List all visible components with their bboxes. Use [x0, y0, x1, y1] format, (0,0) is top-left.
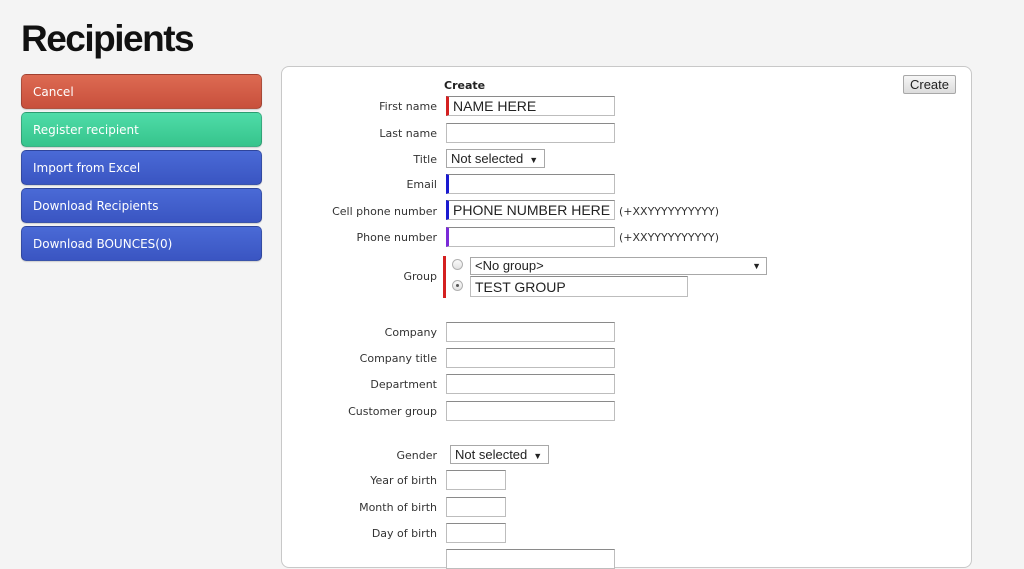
title-select[interactable]: Not selected ▼ [446, 149, 545, 168]
group-label: Group [403, 270, 438, 283]
company-input[interactable] [446, 322, 615, 342]
email-label: Email [406, 178, 437, 191]
cancel-button[interactable]: Cancel [21, 74, 262, 109]
customer-group-label: Customer group [348, 405, 437, 418]
register-recipient-button[interactable]: Register recipient [21, 112, 262, 147]
year-of-birth-label: Year of birth [370, 474, 437, 487]
year-of-birth-input[interactable] [446, 470, 506, 490]
cell-phone-label: Cell phone number [332, 205, 437, 218]
download-bounces-button[interactable]: Download BOUNCES(0) [21, 226, 262, 261]
group-select[interactable]: <No group> ▼ [470, 257, 767, 275]
chevron-down-icon: ▼ [752, 261, 761, 271]
last-name-input[interactable] [446, 123, 615, 143]
email-input[interactable] [446, 174, 615, 194]
chevron-down-icon: ▼ [533, 451, 543, 461]
cell-phone-format-hint: (+XXYYYYYYYYYY) [619, 205, 720, 218]
title-label: Title [413, 153, 437, 166]
new-group-input[interactable] [470, 276, 688, 297]
form-panel [281, 66, 972, 568]
page-title: Recipients [21, 18, 195, 59]
create-button[interactable]: Create [903, 75, 956, 94]
company-title-label: Company title [359, 352, 437, 365]
company-title-input[interactable] [446, 348, 615, 368]
department-input[interactable] [446, 374, 615, 394]
phone-input[interactable] [446, 227, 615, 247]
customer-group-input[interactable] [446, 401, 615, 421]
phone-format-hint: (+XXYYYYYYYYYY) [619, 231, 720, 244]
first-name-label: First name [379, 100, 437, 113]
month-of-birth-input[interactable] [446, 497, 506, 517]
day-of-birth-input[interactable] [446, 523, 506, 543]
phone-label: Phone number [356, 231, 437, 244]
month-of-birth-label: Month of birth [359, 501, 437, 514]
chevron-down-icon: ▼ [529, 155, 539, 165]
day-of-birth-label: Day of birth [371, 527, 437, 540]
department-label: Department [370, 378, 437, 391]
group-required-marker [443, 256, 446, 298]
gender-selected: Not selected [455, 447, 528, 462]
group-radio-new[interactable] [452, 280, 463, 291]
form-heading: Create [444, 79, 486, 92]
radio-checked-dot [456, 284, 459, 287]
company-label: Company [384, 326, 437, 339]
last-name-label: Last name [379, 127, 437, 140]
download-recipients-button[interactable]: Download Recipients [21, 188, 262, 223]
group-radio-existing[interactable] [452, 259, 463, 270]
import-from-excel-button[interactable]: Import from Excel [21, 150, 262, 185]
next-field-input[interactable] [446, 549, 615, 569]
gender-label: Gender [396, 449, 437, 462]
first-name-input[interactable] [446, 96, 615, 116]
title-selected: Not selected [451, 151, 524, 166]
gender-select[interactable]: Not selected ▼ [450, 445, 549, 464]
group-selected: <No group> [475, 258, 544, 273]
cell-phone-input[interactable] [446, 200, 615, 220]
